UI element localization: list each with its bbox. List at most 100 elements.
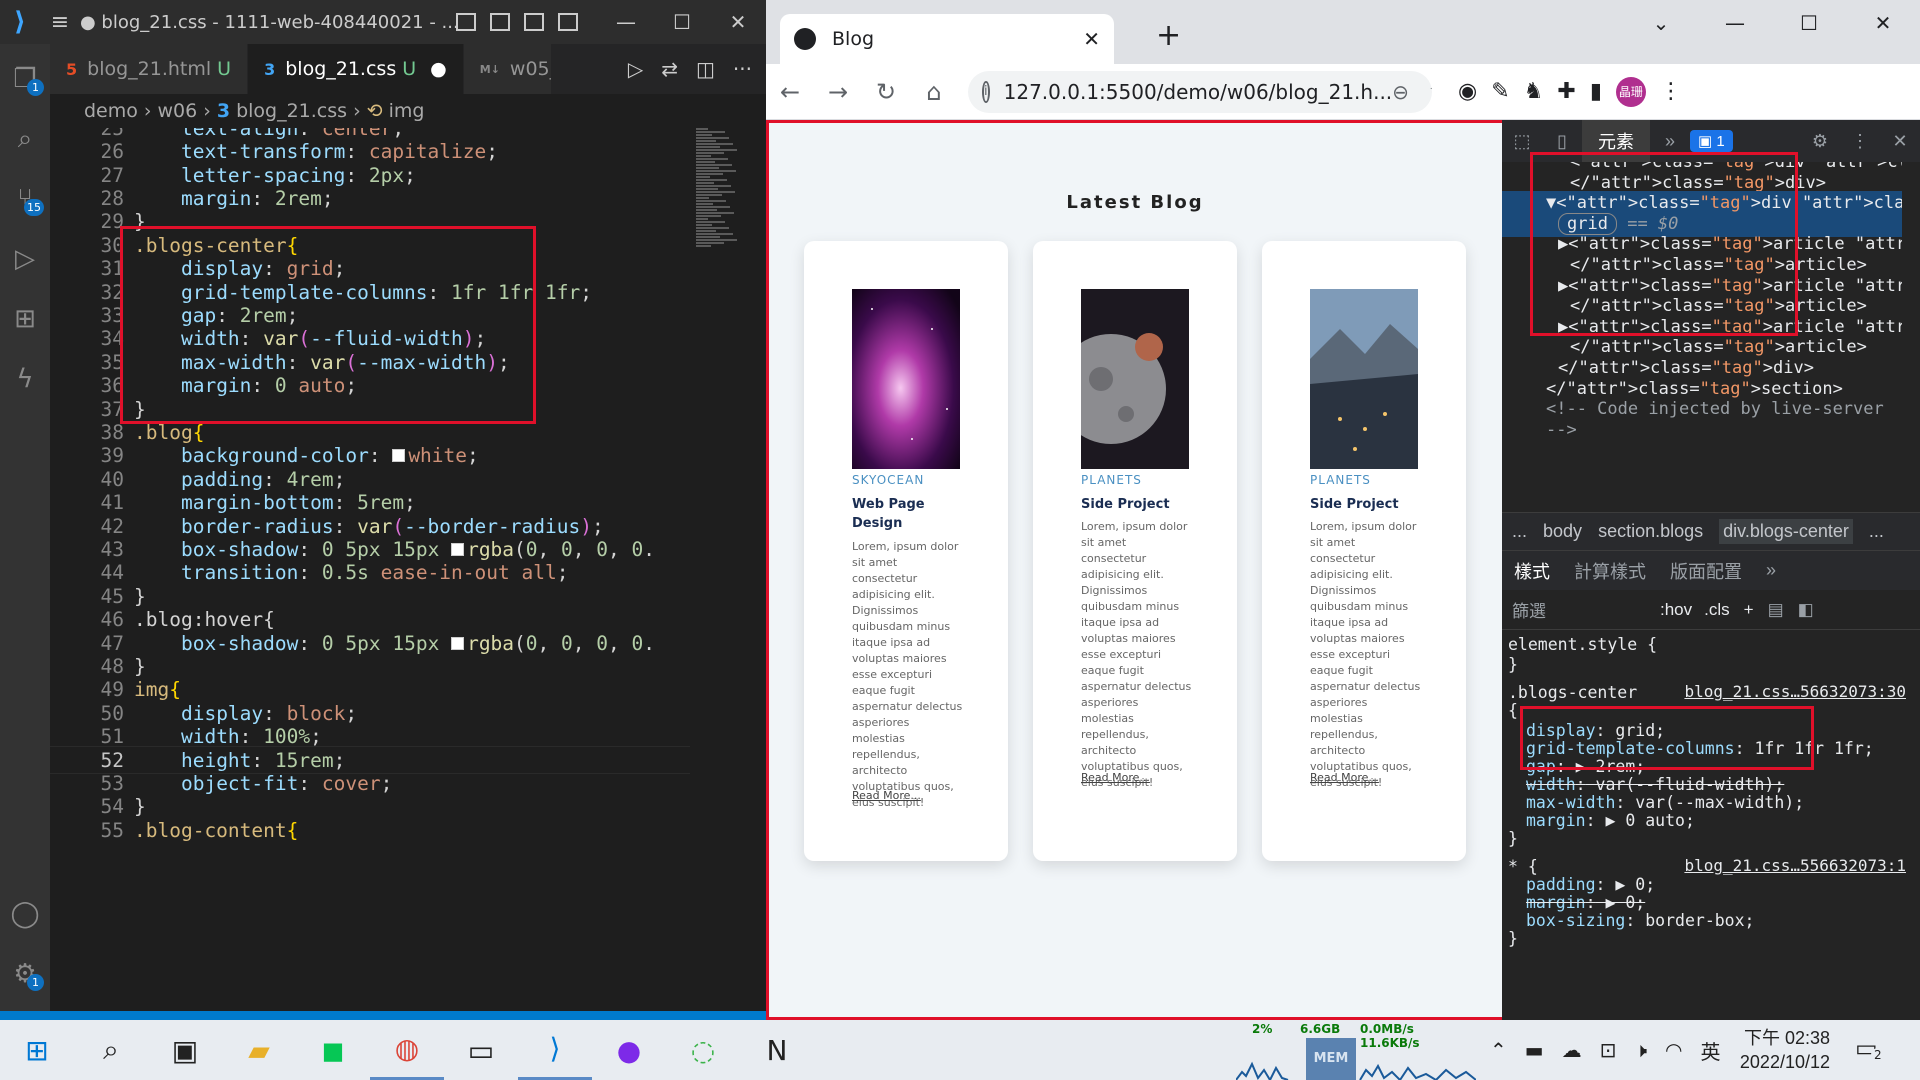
puzzle-extensions-icon[interactable]: ✚ <box>1557 79 1575 104</box>
compare-icon[interactable]: ⇄ <box>661 57 678 81</box>
style-selector[interactable]: } <box>1508 828 1518 850</box>
close-tab-icon[interactable]: ✕ <box>1083 27 1100 51</box>
minimap[interactable] <box>690 128 766 1011</box>
vscode-icon[interactable]: ⟩ <box>518 1020 592 1080</box>
style-selector[interactable]: element.style { <box>1508 634 1657 656</box>
run-icon[interactable]: ▷ <box>628 57 643 81</box>
style-selector[interactable]: { <box>1508 700 1518 722</box>
cloud-icon[interactable]: ☁ <box>1562 1038 1582 1062</box>
split-editor-icon[interactable]: ◫ <box>696 57 715 81</box>
tab-more[interactable]: » <box>1754 560 1788 581</box>
account-icon[interactable]: ◯ <box>0 889 50 939</box>
address-bar[interactable]: i 127.0.0.1:5500/demo/w06/blog_21.h... ⊖… <box>968 70 1432 113</box>
toggle-sidebar-icon[interactable]: ◧ <box>1798 600 1814 620</box>
search-icon[interactable]: ⌕ <box>0 114 50 164</box>
home-icon[interactable]: ⌂ <box>910 78 958 106</box>
crumb-item[interactable]: ... <box>1512 521 1527 542</box>
unsaved-dot-icon[interactable]: ● <box>430 58 447 80</box>
chevron-up-icon[interactable]: ⌃ <box>1490 1038 1507 1062</box>
new-rule-button[interactable]: + <box>1744 600 1754 620</box>
breadcrumb-item[interactable]: img <box>389 100 425 122</box>
js-extension-icon[interactable]: ✎ <box>1491 79 1509 104</box>
issues-badge[interactable]: ▣ 1 <box>1690 130 1733 152</box>
breadcrumb-item[interactable]: w06 <box>158 100 198 122</box>
settings-gear-icon[interactable]: ⚙ <box>1800 131 1840 152</box>
toggle-panel-icon[interactable] <box>490 13 510 31</box>
chrome-icon[interactable]: ◍ <box>370 1020 444 1080</box>
battery-icon[interactable]: ▬ <box>1525 1038 1544 1062</box>
file-explorer-icon[interactable]: ▰ <box>222 1020 296 1080</box>
tab-layout[interactable]: 版面配置 <box>1658 558 1754 584</box>
dom-tree[interactable]: <"attr">class="tag">div "attr">class="se… <box>1502 162 1902 512</box>
breadcrumb-item[interactable]: demo <box>84 100 138 122</box>
toggle-secondary-sidebar-icon[interactable] <box>524 13 544 31</box>
settings-gear-icon[interactable]: ⚙ 1 <box>0 949 50 999</box>
dom-node[interactable]: --> <box>1546 418 1577 443</box>
toggle-sidebar-icon[interactable] <box>456 13 476 31</box>
clock[interactable]: 下午 02:38 2022/10/12 <box>1700 1026 1830 1074</box>
tab-w05[interactable]: M↓ w05_2 <box>463 44 552 94</box>
live-share-icon[interactable]: ϟ <box>0 354 50 404</box>
style-selector[interactable]: .blogs-center <box>1508 682 1637 704</box>
style-declaration[interactable]: box-sizing: border-box; <box>1526 910 1755 932</box>
crumb-item[interactable]: div.blogs-center <box>1719 519 1853 544</box>
new-tab-button[interactable]: + <box>1156 18 1181 53</box>
dom-node[interactable]: <!-- Code injected by live-server <box>1546 397 1884 422</box>
terminal-icon[interactable]: ▭ <box>444 1020 518 1080</box>
source-control-icon[interactable]: ⑂ 15 <box>0 174 50 224</box>
breadcrumb-item[interactable]: blog_21.css <box>236 100 347 122</box>
tab-blog-html[interactable]: 5 blog_21.html U <box>50 44 249 94</box>
style-selector[interactable]: } <box>1508 928 1518 950</box>
style-selector[interactable]: } <box>1508 654 1518 676</box>
tab-computed[interactable]: 計算樣式 <box>1562 558 1658 584</box>
notification-icon[interactable]: ▭ 2 <box>1855 1034 1885 1062</box>
tab-styles[interactable]: 樣式 <box>1502 548 1562 594</box>
stylesheet-source-link[interactable]: blog_21.css…56632073:30 <box>1684 682 1906 701</box>
volume-icon[interactable]: 🕨 <box>1634 1038 1647 1062</box>
crumb-item[interactable]: section.blogs <box>1598 521 1703 542</box>
share-icon[interactable]: ⇪ <box>1427 80 1432 104</box>
code-editor[interactable]: 25 text-align: center; 26 text-transform:… <box>50 128 690 1011</box>
wifi-icon[interactable]: ◠ <box>1665 1038 1682 1062</box>
more-tabs-icon[interactable]: » <box>1650 131 1690 152</box>
read-more-link[interactable]: Read More... <box>1081 771 1150 784</box>
zoom-icon[interactable]: ⊖ <box>1392 80 1409 104</box>
styles-pane[interactable]: element.style {} .blogs-center{display: g… <box>1502 630 1920 1020</box>
maximize-button[interactable]: ☐ <box>1772 0 1846 46</box>
more-options-icon[interactable]: ⋮ <box>1840 131 1880 152</box>
filter-input[interactable]: 篩選 <box>1512 597 1652 622</box>
notion-icon[interactable]: N <box>740 1020 814 1080</box>
customize-layout-icon[interactable] <box>558 13 578 31</box>
tab-blog-css[interactable]: 3 blog_21.css U ● <box>248 44 464 94</box>
more-actions-icon[interactable]: ··· <box>733 57 752 81</box>
reload-icon[interactable]: ↻ <box>862 78 910 106</box>
paint-icon[interactable]: ▤ <box>1768 600 1784 620</box>
inspect-element-icon[interactable]: ⬚ <box>1502 131 1542 152</box>
tab-search-icon[interactable]: ⌄ <box>1624 0 1698 46</box>
start-windows-icon[interactable]: ⊞ <box>0 1020 74 1080</box>
canva-icon[interactable]: ● <box>592 1020 666 1080</box>
read-more-link[interactable]: Read More... <box>1310 771 1379 784</box>
maximize-button[interactable]: ☐ <box>654 10 710 34</box>
close-devtools-icon[interactable]: ✕ <box>1880 131 1920 152</box>
stylesheet-source-link[interactable]: blog_21.css…556632073:1 <box>1684 856 1906 875</box>
profile-avatar[interactable]: 晶珊 <box>1615 76 1646 107</box>
task-view-icon[interactable]: ▣ <box>148 1020 222 1080</box>
hov-toggle[interactable]: :hov <box>1660 600 1692 620</box>
ring-app-icon[interactable]: ◌ <box>666 1020 740 1080</box>
side-panel-icon[interactable]: ▮ <box>1590 79 1602 104</box>
cls-toggle[interactable]: .cls <box>1704 600 1730 620</box>
close-button[interactable]: ✕ <box>1846 0 1920 46</box>
line-app-icon[interactable]: ◼ <box>296 1020 370 1080</box>
back-icon[interactable]: ← <box>766 78 814 106</box>
code-line[interactable]: 52 height: 15rem; <box>50 745 690 775</box>
style-declaration[interactable]: margin: ▶ 0 auto; <box>1526 810 1695 832</box>
menu-kebab-icon[interactable]: ⋮ <box>1660 79 1682 104</box>
crumb-item[interactable]: ... <box>1869 521 1884 542</box>
crumb-item[interactable]: body <box>1543 521 1582 542</box>
code-line[interactable]: 55 .blog-content{ <box>50 816 299 845</box>
menu-icon[interactable]: ≡ <box>40 10 80 35</box>
info-icon[interactable]: i <box>982 80 990 103</box>
read-more-link[interactable]: Read More... <box>852 789 921 802</box>
metamask-icon[interactable]: ♞ <box>1524 79 1544 104</box>
